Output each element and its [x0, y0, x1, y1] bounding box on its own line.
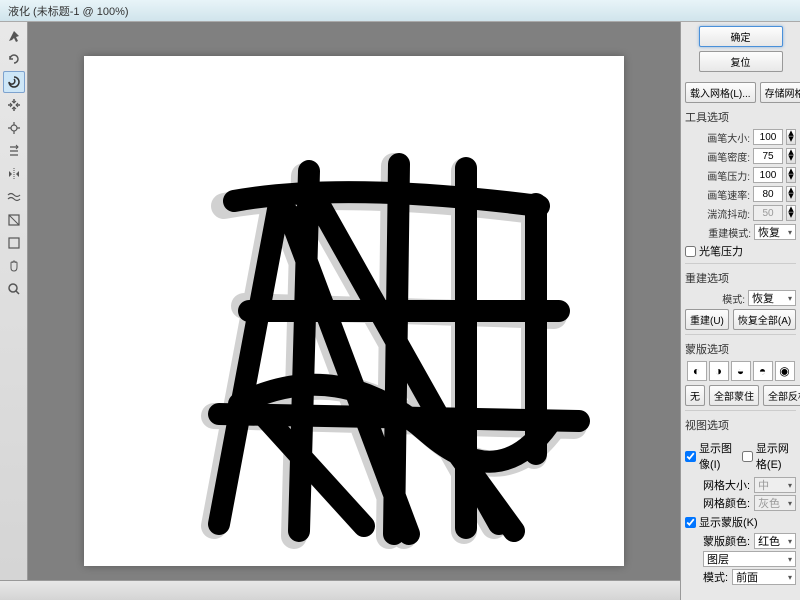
show-image-checkbox[interactable] [685, 451, 696, 462]
mirror-tool[interactable] [3, 163, 25, 185]
brush-pressure-label: 画笔压力: [707, 168, 750, 183]
mode-label: 模式: [722, 291, 745, 306]
turbulent-jitter-spinner: ▴▾ [786, 205, 796, 221]
mask-intersect-icon[interactable]: ◓ [753, 361, 773, 381]
mask-color-dropdown[interactable]: 红色 [754, 533, 796, 549]
zoom-tool[interactable] [3, 278, 25, 300]
brush-rate-label: 画笔速率: [707, 187, 750, 202]
mesh-size-label: 网格大小: [703, 477, 750, 493]
reconstruct-mode-dropdown[interactable]: 恢复 [754, 224, 796, 240]
backdrop-dropdown[interactable]: 图层 [703, 551, 796, 567]
brush-size-label: 画笔大小: [707, 130, 750, 145]
brush-pressure-spinner[interactable]: ▴▾ [786, 167, 796, 183]
turbulent-jitter-input [753, 205, 783, 221]
title-bar: 液化 (未标题-1 @ 100%) [0, 0, 800, 22]
view-options-header: 视图选项 [685, 417, 796, 433]
none-button[interactable]: 无 [685, 385, 705, 406]
pen-pressure-checkbox[interactable] [685, 246, 696, 257]
invert-all-button[interactable]: 全部反相 [763, 385, 800, 406]
load-mesh-button[interactable]: 载入网格(L)... [685, 82, 756, 103]
push-left-tool[interactable] [3, 140, 25, 162]
reconstruct-options-header: 重建选项 [685, 270, 796, 286]
mask-all-button[interactable]: 全部蒙住 [709, 385, 759, 406]
reconstruct-tool[interactable] [3, 48, 25, 70]
show-mesh-label: 显示网格(E) [756, 440, 796, 472]
thaw-mask-tool[interactable] [3, 232, 25, 254]
mask-options-header: 蒙版选项 [685, 341, 796, 357]
mask-add-icon[interactable]: ◑ [709, 361, 729, 381]
brush-density-label: 画笔密度: [707, 149, 750, 164]
forward-warp-tool[interactable] [3, 25, 25, 47]
mask-subtract-icon[interactable]: ◒ [731, 361, 751, 381]
reset-button[interactable]: 复位 [699, 51, 783, 72]
show-image-label: 显示图像(I) [699, 440, 736, 472]
mask-replace-icon[interactable]: ◐ [687, 361, 707, 381]
ok-button[interactable]: 确定 [699, 26, 783, 47]
reconstruct-button[interactable]: 重建(U) [685, 309, 729, 330]
brush-density-spinner[interactable]: ▴▾ [786, 148, 796, 164]
hand-tool[interactable] [3, 255, 25, 277]
freeze-mask-tool[interactable] [3, 209, 25, 231]
mask-invert-icon[interactable]: ◉ [775, 361, 795, 381]
canvas-area [28, 22, 680, 600]
brush-size-spinner[interactable]: ▴▾ [786, 129, 796, 145]
mask-color-label: 蒙版颜色: [703, 533, 750, 549]
mesh-size-dropdown: 中 [754, 477, 796, 493]
brush-size-input[interactable] [753, 129, 783, 145]
options-panel: 确定 复位 载入网格(L)... 存储网格(V)... 工具选项 画笔大小: ▴▾… [680, 22, 800, 600]
mode2-dropdown[interactable]: 前面 [732, 569, 796, 585]
show-mask-label: 显示蒙版(K) [699, 514, 758, 530]
tool-options-header: 工具选项 [685, 109, 796, 125]
tool-palette [0, 22, 28, 600]
brush-rate-input[interactable] [753, 186, 783, 202]
restore-all-button[interactable]: 恢复全部(A) [733, 309, 796, 330]
brush-density-input[interactable] [753, 148, 783, 164]
show-mask-checkbox[interactable] [685, 517, 696, 528]
mesh-color-dropdown: 灰色 [754, 495, 796, 511]
canvas[interactable] [84, 56, 624, 566]
brush-rate-spinner[interactable]: ▴▾ [786, 186, 796, 202]
mode-dropdown[interactable]: 恢复 [748, 290, 796, 306]
show-mesh-checkbox[interactable] [742, 451, 753, 462]
mesh-color-label: 网格颜色: [703, 495, 750, 511]
pucker-tool[interactable] [3, 94, 25, 116]
twirl-tool[interactable] [3, 71, 25, 93]
reconstruct-mode-label: 重建模式: [708, 225, 751, 240]
pen-pressure-label: 光笔压力 [699, 243, 743, 259]
workspace [0, 22, 680, 600]
turbulence-tool[interactable] [3, 186, 25, 208]
bottom-bar [0, 580, 680, 600]
turbulent-jitter-label: 湍流抖动: [707, 206, 750, 221]
window-title: 液化 (未标题-1 @ 100%) [8, 6, 129, 18]
save-mesh-button[interactable]: 存储网格(V)... [760, 82, 800, 103]
mode2-label: 模式: [703, 569, 728, 585]
brush-pressure-input[interactable] [753, 167, 783, 183]
bloat-tool[interactable] [3, 117, 25, 139]
